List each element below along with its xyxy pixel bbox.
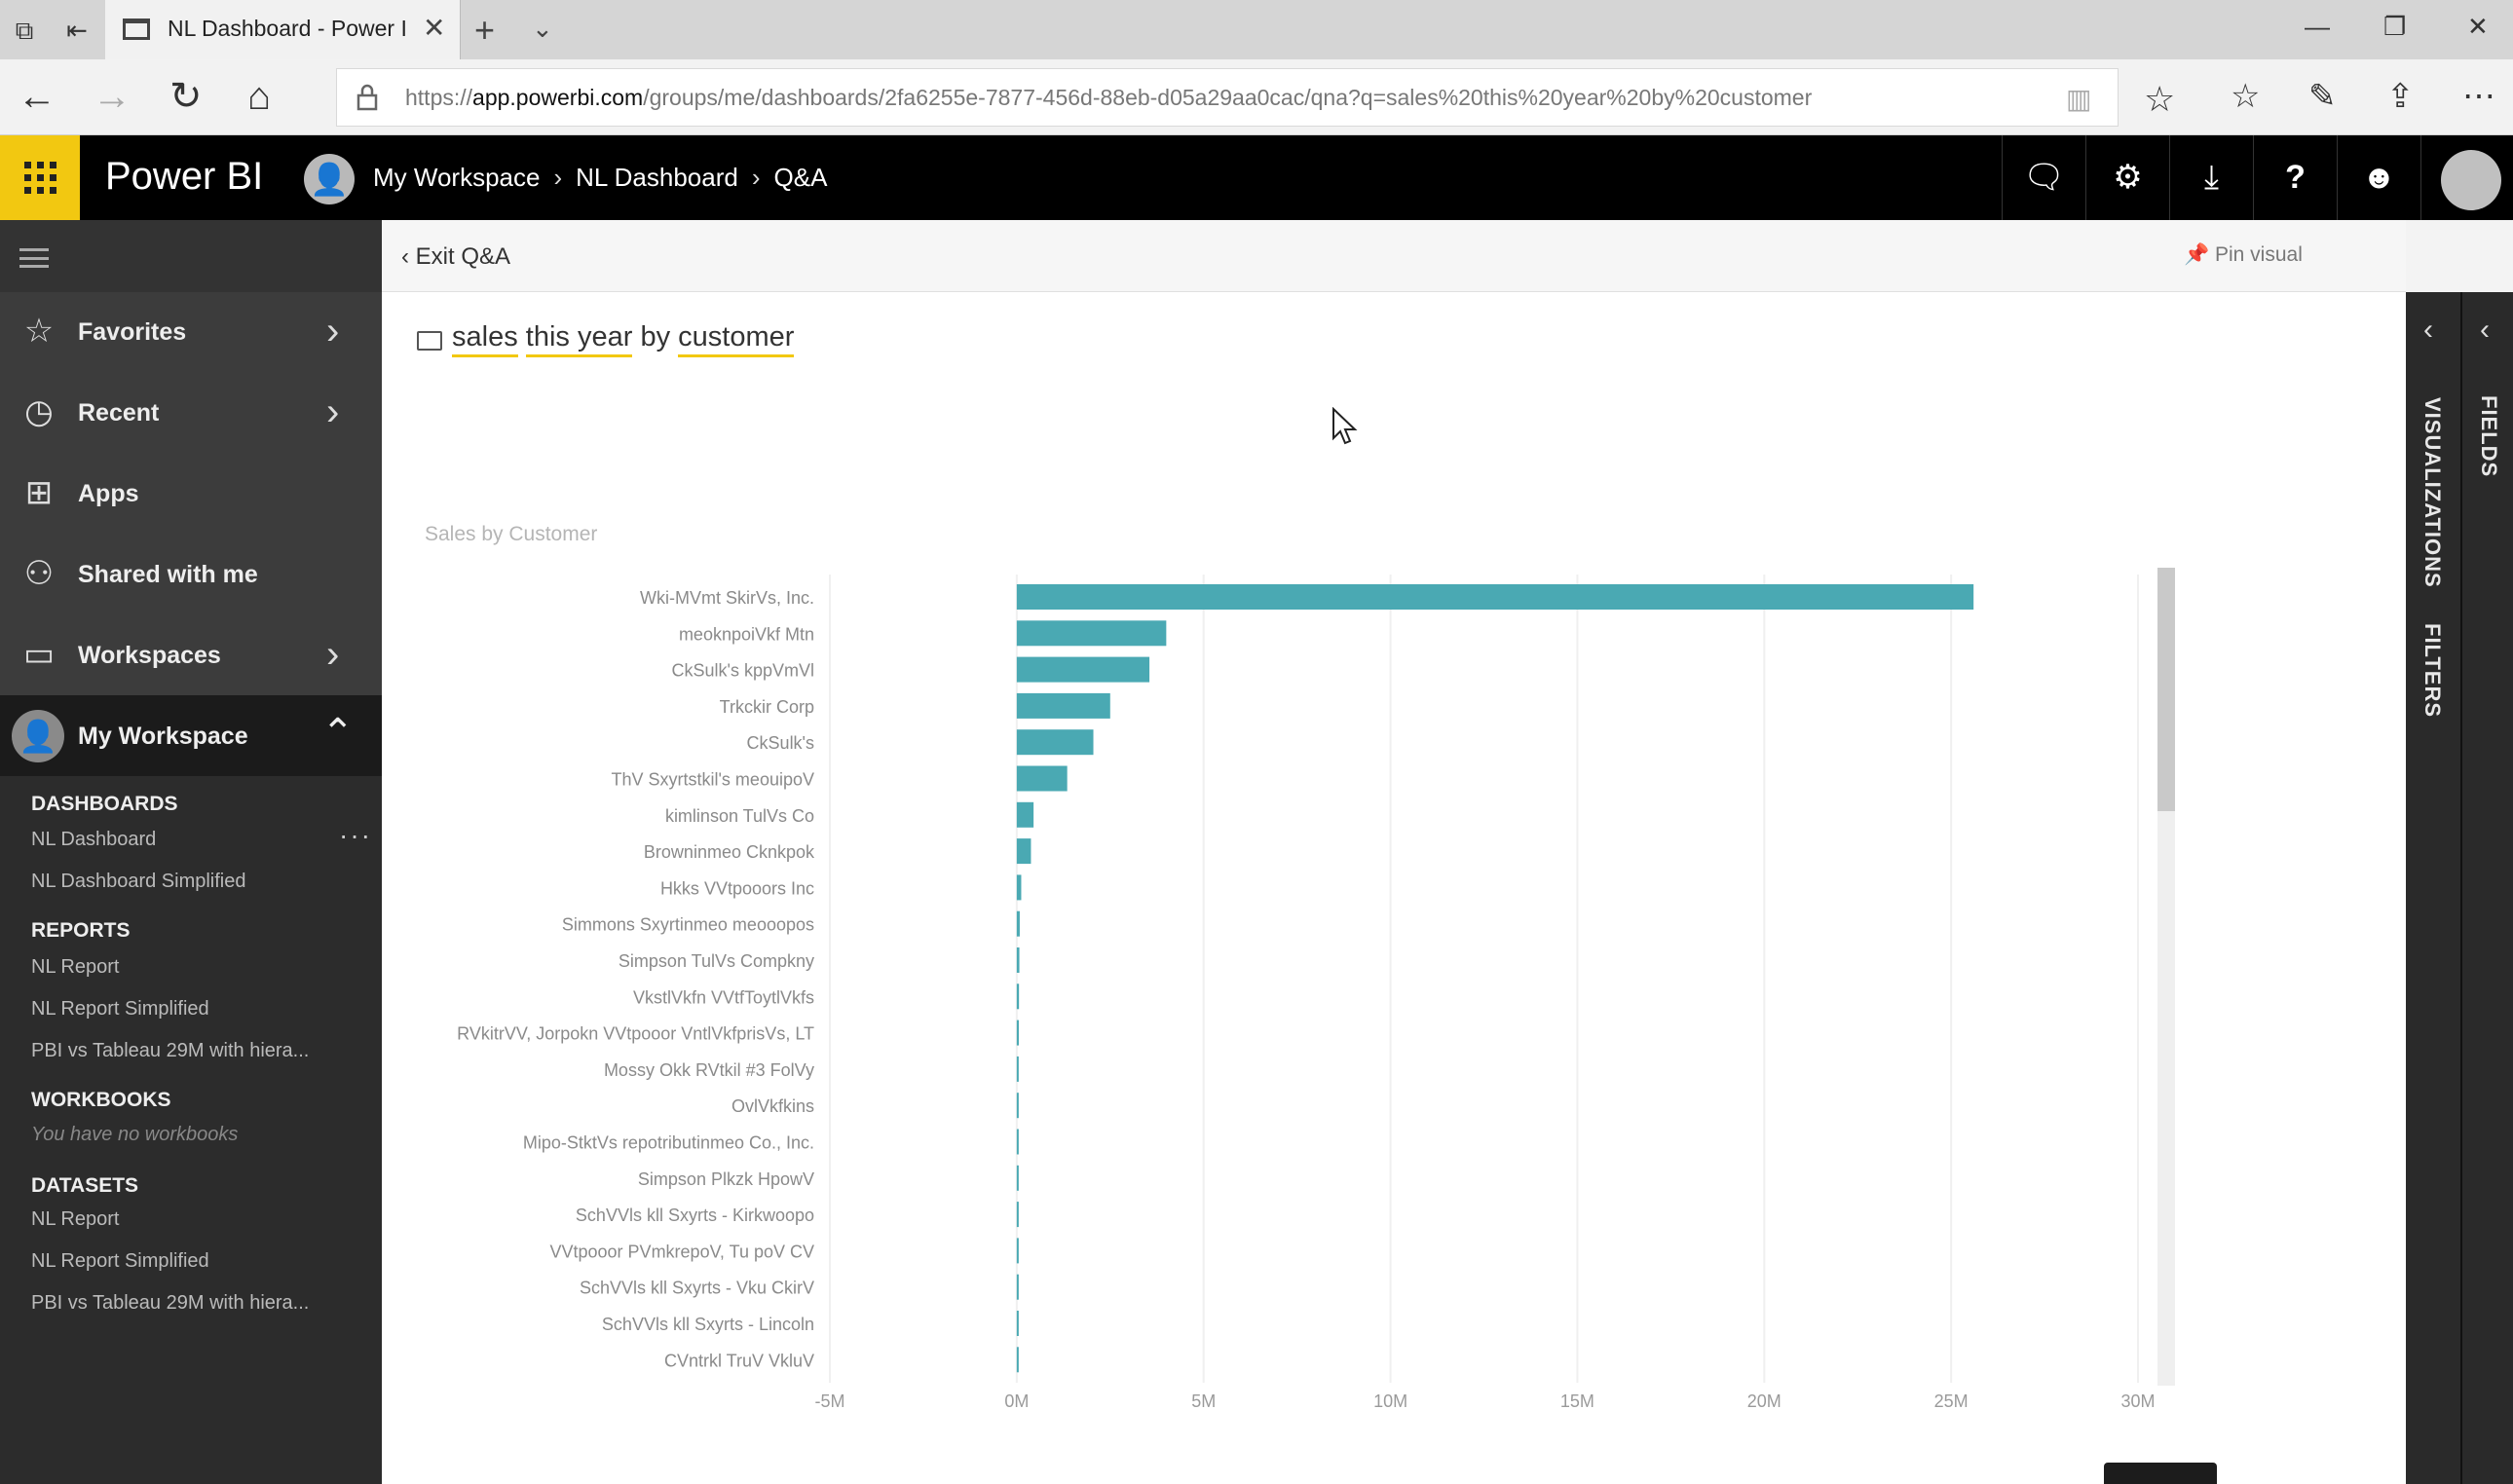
bar bbox=[1016, 620, 1167, 647]
mouse-cursor-icon bbox=[1332, 407, 1358, 445]
category-label: CVntrkl TruV VkluV bbox=[664, 1351, 814, 1370]
bar bbox=[1016, 1202, 1019, 1228]
scrollbar-thumb[interactable] bbox=[2157, 568, 2175, 811]
x-tick-label: 10M bbox=[1373, 1391, 1407, 1411]
category-label: Simpson Plkzk HpowV bbox=[638, 1169, 814, 1189]
category-label: Hkks VVtpooors Inc bbox=[660, 878, 814, 898]
category-label: VkstlVkfn VVtfToytlVkfs bbox=[633, 987, 814, 1007]
category-label: OvlVkfkins bbox=[731, 1096, 814, 1116]
bar-chart: -5M 0M 5M 10M 15M 20M 25M 30M Wki-MVmt SkirVs, I… bbox=[457, 575, 2156, 1411]
bar bbox=[1016, 729, 1094, 756]
bar bbox=[1016, 656, 1150, 683]
pane-divider bbox=[2460, 292, 2462, 1484]
category-label: Browninmeo Cknkpok bbox=[644, 842, 815, 862]
bar bbox=[1016, 838, 1031, 865]
category-label: CkSulk's kppVmVl bbox=[672, 661, 814, 681]
bar bbox=[1016, 1347, 1019, 1373]
bar bbox=[1016, 1274, 1019, 1300]
category-label: Trkckir Corp bbox=[720, 697, 814, 717]
chart-scrollbar[interactable] bbox=[2157, 568, 2175, 1386]
bar bbox=[1016, 584, 1974, 610]
fields-pane-tab[interactable]: FIELDS bbox=[2476, 395, 2501, 477]
bar bbox=[1016, 1056, 1019, 1082]
right-panes: ‹ ‹ VISUALIZATIONS FILTERS FIELDS bbox=[2406, 292, 2513, 1484]
x-tick-label: 0M bbox=[1004, 1391, 1029, 1411]
category-label: SchVVls kll Sxyrts - Vku CkirV bbox=[580, 1279, 814, 1298]
category-label: VVtpooor PVmkrepoV, Tu poV CV bbox=[550, 1242, 815, 1261]
filters-pane-tab[interactable]: FILTERS bbox=[2419, 623, 2445, 718]
category-label: ThV Sxyrtstkil's meouipoV bbox=[611, 770, 814, 790]
x-tick-label: 25M bbox=[1934, 1391, 1969, 1411]
bar bbox=[1016, 1129, 1019, 1155]
bar bbox=[1016, 1311, 1019, 1336]
bar bbox=[1016, 910, 1020, 937]
category-label: CkSulk's bbox=[747, 733, 814, 753]
chevron-left-icon[interactable]: ‹ bbox=[2480, 314, 2490, 347]
x-tick-label: 5M bbox=[1191, 1391, 1216, 1411]
bar bbox=[1016, 1238, 1019, 1264]
bar bbox=[1016, 983, 1020, 1010]
chevron-left-icon[interactable]: ‹ bbox=[2423, 314, 2433, 347]
category-label: SchVVls kll Sxyrts - Lincoln bbox=[602, 1315, 814, 1334]
bar bbox=[1016, 1165, 1019, 1191]
bar bbox=[1016, 692, 1110, 719]
x-tick-label: 20M bbox=[1747, 1391, 1782, 1411]
category-label: meoknpoiVkf Mtn bbox=[679, 624, 814, 644]
video-time-badge bbox=[2104, 1463, 2217, 1484]
category-label: kimlinson TulVs Co bbox=[665, 806, 814, 826]
category-label: Mipo-StktVs repotributinmeo Co., Inc. bbox=[523, 1133, 814, 1153]
category-label: Simpson TulVs Compkny bbox=[619, 951, 814, 971]
category-label: SchVVls kll Sxyrts - Kirkwoopo bbox=[576, 1206, 814, 1225]
bar bbox=[1016, 765, 1068, 792]
x-tick-label: 30M bbox=[2120, 1391, 2155, 1411]
bar bbox=[1016, 947, 1020, 973]
category-label: Simmons Sxyrtinmeo meooopos bbox=[562, 915, 814, 935]
bar bbox=[1016, 1020, 1019, 1046]
x-tick-label: -5M bbox=[815, 1391, 845, 1411]
category-label: Wki-MVmt SkirVs, Inc. bbox=[640, 588, 814, 608]
bar bbox=[1016, 801, 1034, 828]
x-tick-label: 15M bbox=[1560, 1391, 1594, 1411]
category-label: RVkitrVV, Jorpokn VVtpooor VntlVkfprisVs… bbox=[457, 1024, 814, 1044]
visualizations-pane-tab[interactable]: VISUALIZATIONS bbox=[2419, 397, 2445, 588]
bar bbox=[1016, 1093, 1019, 1119]
bar bbox=[1016, 874, 1022, 901]
category-label: Mossy Okk RVtkil #3 FolVy bbox=[604, 1060, 814, 1080]
